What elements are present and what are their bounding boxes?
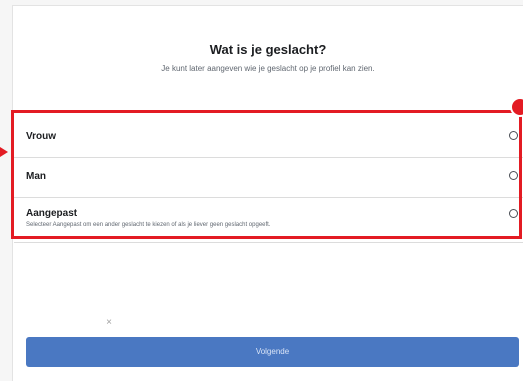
option-label-vrouw: Vrouw: [26, 131, 57, 142]
next-button[interactable]: Volgende: [26, 337, 519, 367]
option-label-man: Man: [26, 171, 46, 182]
option-aangepast[interactable]: Aangepast Selecteer Aangepast om een and…: [14, 198, 523, 243]
option-vrouw[interactable]: Vrouw: [14, 116, 523, 158]
app-screen: Wat is je geslacht? Je kunt later aangev…: [12, 5, 523, 381]
callout-marker: [510, 97, 523, 117]
gender-options-list: Vrouw Man Aangepast Selecteer Aangepast …: [14, 116, 523, 243]
option-man[interactable]: Man: [14, 158, 523, 198]
radio-button-icon[interactable]: [509, 209, 518, 218]
close-icon[interactable]: ×: [103, 317, 115, 329]
radio-button-icon[interactable]: [509, 171, 518, 180]
page-subtitle: Je kunt later aangeven wie je geslacht o…: [161, 64, 375, 73]
radio-button-icon[interactable]: [509, 131, 518, 140]
pointer-arrow-marker: [0, 147, 8, 157]
page-title: Wat is je geslacht?: [209, 42, 327, 57]
option-description-aangepast: Selecteer Aangepast om een ander geslach…: [26, 222, 271, 228]
option-label-aangepast: Aangepast: [26, 208, 78, 219]
